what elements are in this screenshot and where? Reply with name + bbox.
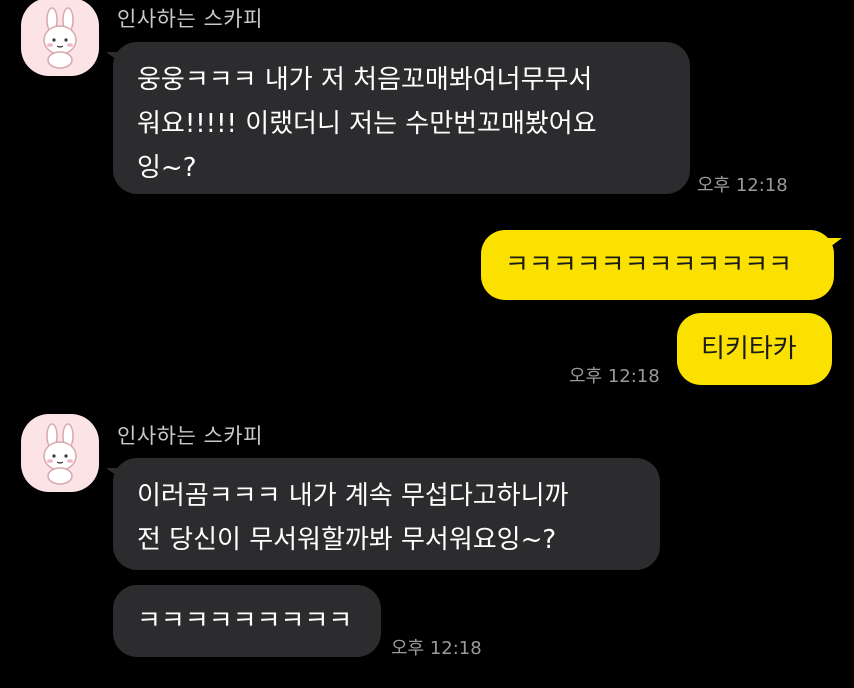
message-timestamp: 오후 12:18	[569, 366, 660, 387]
pink-bunny-icon	[43, 423, 77, 485]
sender-avatar[interactable]	[21, 414, 99, 492]
message-bubble-incoming[interactable]: ㅋㅋㅋㅋㅋㅋㅋㅋㅋ	[113, 585, 381, 657]
message-line: 이러곰ㅋㅋㅋ 내가 계속 무섭다고하니까	[137, 481, 569, 511]
message-bubble-incoming[interactable]: 이러곰ㅋㅋㅋ 내가 계속 무섭다고하니까 전 당신이 무서워할까봐 무서워요잉~…	[106, 458, 660, 570]
message-bubble-outgoing[interactable]: 티키타카	[677, 313, 832, 385]
message-text: 티키타카	[701, 334, 797, 364]
message-line: 잉~?	[137, 153, 197, 183]
message-line: 웅웅ㅋㅋㅋ 내가 저 처음꼬매봐여너무무서	[137, 65, 593, 95]
sender-name: 인사하는 스카피	[117, 424, 263, 448]
sender-avatar[interactable]	[21, 0, 99, 76]
message-timestamp: 오후 12:18	[391, 638, 482, 659]
message-text: ㅋㅋㅋㅋㅋㅋㅋㅋㅋㅋㅋㅋ	[505, 250, 793, 280]
sender-name: 인사하는 스카피	[117, 7, 263, 31]
message-bubble-outgoing[interactable]: ㅋㅋㅋㅋㅋㅋㅋㅋㅋㅋㅋㅋ	[481, 230, 842, 300]
message-line: 워요!!!!! 이랬더니 저는 수만번꼬매봤어요	[137, 109, 597, 139]
message-bubble-incoming[interactable]: 웅웅ㅋㅋㅋ 내가 저 처음꼬매봐여너무무서 워요!!!!! 이랬더니 저는 수만…	[106, 42, 690, 194]
message-text: ㅋㅋㅋㅋㅋㅋㅋㅋㅋ	[137, 606, 353, 636]
pink-bunny-icon	[43, 7, 77, 69]
message-timestamp: 오후 12:18	[697, 175, 788, 196]
message-line: 전 당신이 무서워할까봐 무서워요잉~?	[137, 525, 557, 555]
